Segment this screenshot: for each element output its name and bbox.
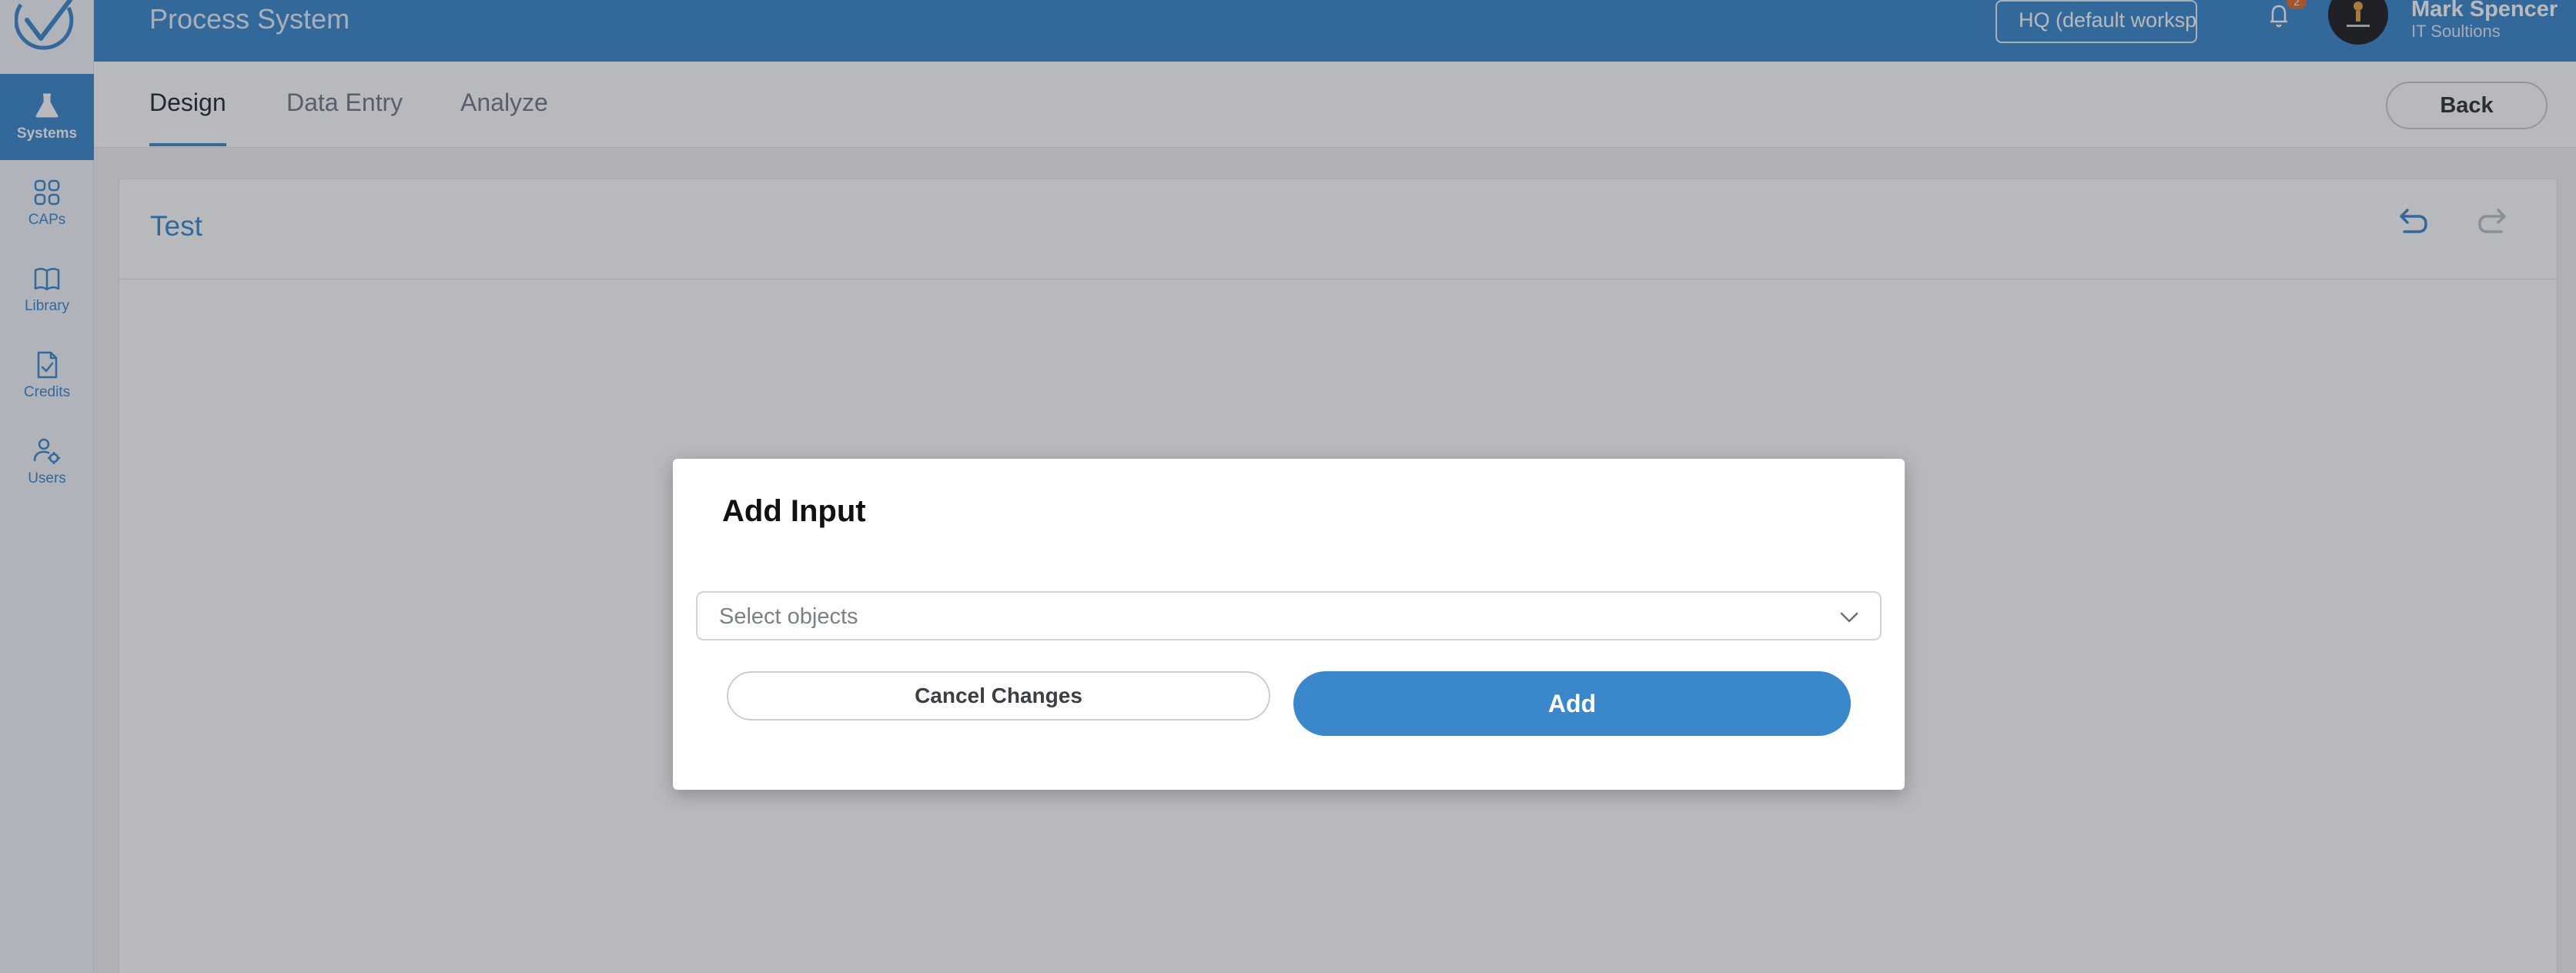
select-placeholder: Select objects [719,604,858,629]
add-button[interactable]: Add [1293,671,1851,736]
dialog-title: Add Input [722,494,866,528]
select-objects-dropdown[interactable]: Select objects [696,591,1882,640]
add-input-dialog: Add Input Select objects Cancel Changes … [673,459,1905,790]
chevron-down-icon [1840,612,1858,623]
cancel-changes-button[interactable]: Cancel Changes [727,671,1270,721]
